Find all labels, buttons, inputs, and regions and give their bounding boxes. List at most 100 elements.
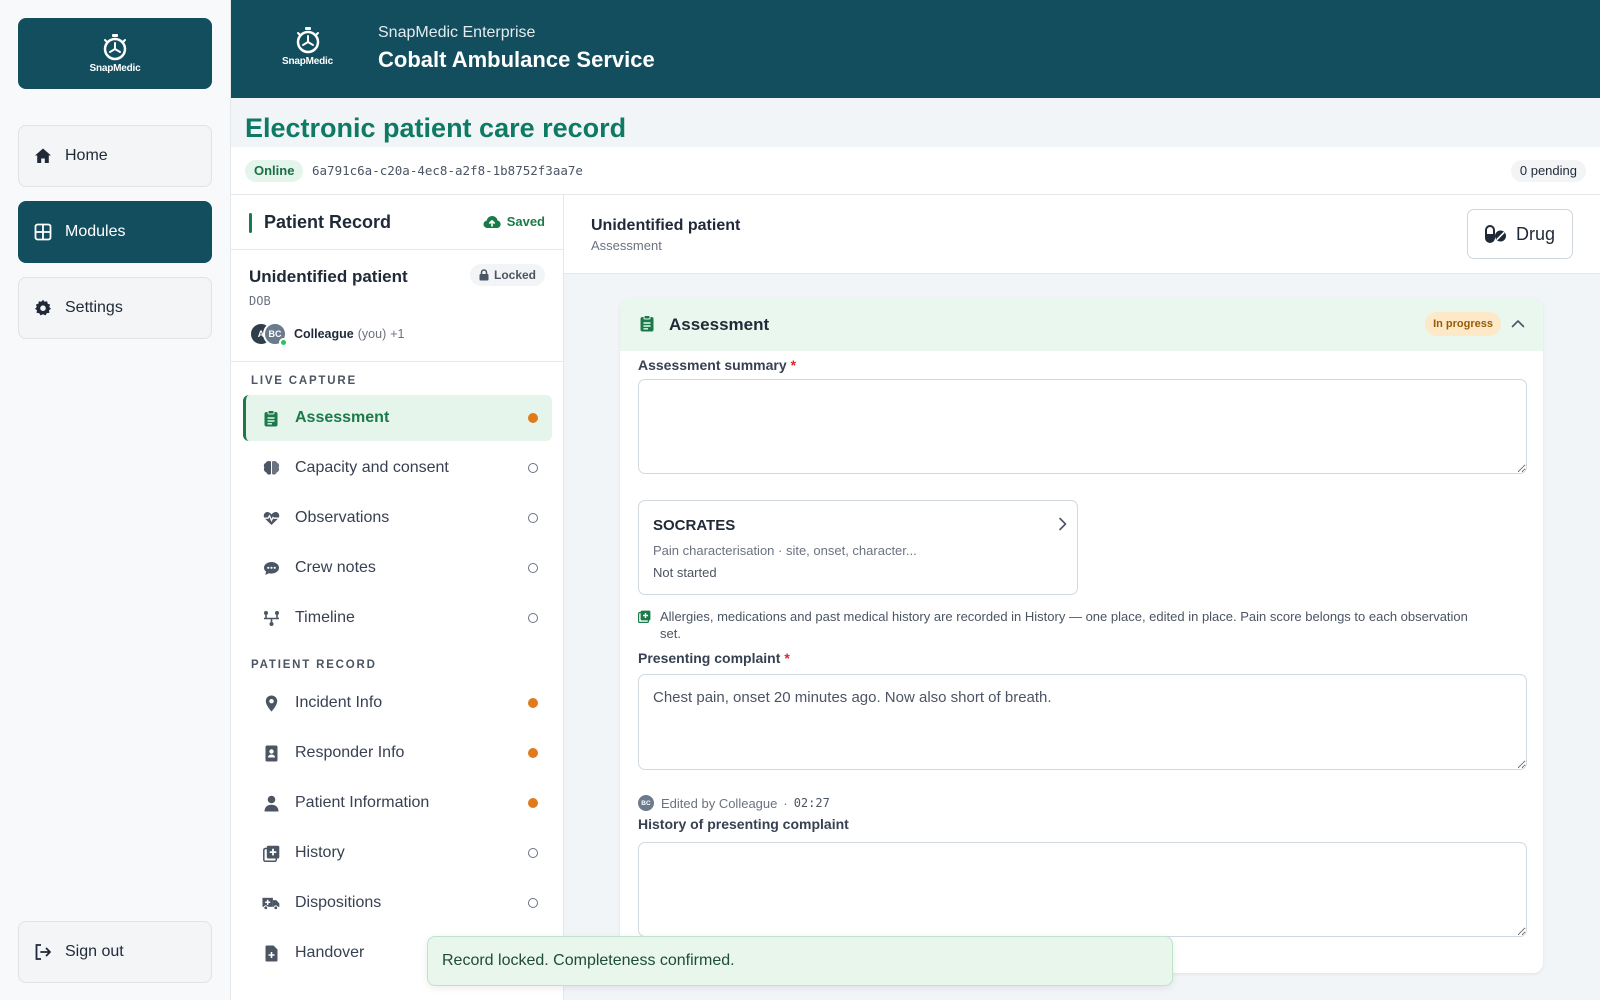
org-header: SnapMedic SnapMedic Enterprise Cobalt Am… bbox=[231, 0, 1600, 98]
history-note-text: Allergies, medications and past medical … bbox=[660, 609, 1468, 641]
nav-item-dispositions[interactable]: Dispositions bbox=[243, 880, 552, 926]
assessment-card-title: Assessment bbox=[669, 315, 770, 334]
assessment-summary-label: Assessment summary * bbox=[638, 357, 797, 373]
heart-pulse-icon bbox=[262, 509, 280, 527]
page-title: Electronic patient care record bbox=[245, 113, 627, 143]
status-dot bbox=[528, 413, 538, 423]
save-status-label: Saved bbox=[506, 214, 545, 229]
nav-item-observations[interactable]: Observations bbox=[243, 495, 552, 541]
document-icon bbox=[262, 944, 280, 962]
collaborator-name: Colleague bbox=[294, 327, 354, 341]
status-dot bbox=[528, 463, 538, 473]
nav-item-timeline[interactable]: Timeline bbox=[243, 595, 552, 641]
gear-icon bbox=[33, 298, 53, 318]
nav-item-assessment[interactable]: Assessment bbox=[243, 395, 552, 441]
sign-out-icon bbox=[33, 942, 53, 962]
app-sidebar: SnapMedic Home Modules Settings Sign out bbox=[0, 0, 231, 1000]
nav-item-patient-information[interactable]: Patient Information bbox=[243, 780, 552, 826]
socrates-card[interactable]: SOCRATES Pain characterisation · site, o… bbox=[638, 500, 1078, 595]
socrates-description: Pain characterisation · site, onset, cha… bbox=[653, 543, 917, 558]
hpc-label: History of presenting complaint bbox=[638, 816, 849, 832]
status-dot bbox=[528, 748, 538, 758]
presenting-complaint-label: Presenting complaint * bbox=[638, 650, 790, 666]
record-nav-header: Patient Record Saved bbox=[231, 195, 563, 250]
toast-notification: Record locked. Completeness confirmed. bbox=[427, 936, 1173, 986]
status-dot bbox=[528, 613, 538, 623]
nav-modules-label: Modules bbox=[65, 223, 126, 240]
collapse-button[interactable] bbox=[1507, 312, 1529, 334]
nav-item-label: Handover bbox=[295, 944, 365, 961]
edited-by-text: Edited by Colleague bbox=[661, 795, 778, 811]
nav-home-label: Home bbox=[65, 147, 108, 164]
nav-item-crew-notes[interactable]: Crew notes bbox=[243, 545, 552, 591]
avatar: BC bbox=[638, 795, 654, 811]
home-icon bbox=[33, 146, 53, 166]
assessment-summary-input[interactable] bbox=[638, 379, 1527, 474]
drug-button[interactable]: Drug bbox=[1467, 209, 1573, 259]
nav-item-capacity-consent[interactable]: Capacity and consent bbox=[243, 445, 552, 491]
patient-dob: DOB bbox=[249, 294, 271, 308]
header-accent-bar bbox=[249, 213, 252, 233]
assessment-card-header[interactable]: Assessment In progress bbox=[620, 298, 1543, 351]
app-logo[interactable]: SnapMedic bbox=[18, 18, 212, 89]
ambulance-icon bbox=[262, 894, 280, 912]
nav-settings-label: Settings bbox=[65, 299, 123, 316]
brain-icon bbox=[262, 459, 280, 477]
map-pin-icon bbox=[262, 694, 280, 712]
edit-attribution: BC Edited by Colleague · 02:27 bbox=[638, 795, 830, 811]
logo-text: SnapMedic bbox=[89, 63, 141, 74]
chevron-right-icon bbox=[1058, 517, 1067, 536]
history-note: Allergies, medications and past medical … bbox=[638, 608, 1468, 642]
section-label-patient-record: PATIENT RECORD bbox=[251, 659, 377, 671]
online-dot bbox=[279, 338, 288, 347]
locked-label: Locked bbox=[493, 268, 536, 282]
divider bbox=[231, 361, 563, 362]
stopwatch-logo-icon: SnapMedic bbox=[90, 33, 141, 74]
required-marker: * bbox=[784, 650, 790, 666]
sign-out-button[interactable]: Sign out bbox=[18, 921, 212, 983]
patient-name: Unidentified patient bbox=[249, 267, 408, 286]
medical-history-icon bbox=[638, 610, 651, 627]
nav-item-label: History bbox=[295, 844, 345, 861]
org-title: Cobalt Ambulance Service bbox=[378, 47, 655, 72]
online-status-badge: Online bbox=[245, 160, 304, 182]
nav-settings-button[interactable]: Settings bbox=[18, 277, 212, 339]
pending-sync-badge: 0 pending bbox=[1510, 160, 1586, 182]
nav-item-label: Timeline bbox=[295, 609, 355, 626]
status-dot bbox=[528, 848, 538, 858]
avatar: BC bbox=[263, 322, 288, 347]
collaborator-count: +1 bbox=[390, 327, 405, 341]
in-progress-badge: In progress bbox=[1425, 312, 1501, 336]
main-context: Assessment bbox=[591, 238, 662, 253]
lock-icon bbox=[479, 269, 489, 281]
main-header: Unidentified patient Assessment Drug bbox=[564, 195, 1600, 274]
grid-icon bbox=[33, 222, 53, 242]
nav-modules-button[interactable]: Modules bbox=[18, 201, 212, 263]
chevron-up-icon bbox=[1511, 319, 1525, 327]
socrates-title: SOCRATES bbox=[653, 517, 736, 534]
nav-item-incident-info[interactable]: Incident Info bbox=[243, 680, 552, 726]
save-status: Saved bbox=[483, 214, 545, 229]
record-nav-title: Patient Record bbox=[264, 212, 392, 232]
clipboard-icon bbox=[262, 409, 280, 427]
sign-out-label: Sign out bbox=[65, 943, 124, 960]
record-status-bar: Online 6a791c6a-c20a-4ec8-a2f8-1b8752f3a… bbox=[231, 147, 1600, 195]
status-dot bbox=[528, 513, 538, 523]
status-dot bbox=[528, 698, 538, 708]
nav-item-history[interactable]: History bbox=[243, 830, 552, 876]
hpc-input[interactable] bbox=[638, 842, 1527, 937]
presenting-complaint-input[interactable]: Chest pain, onset 20 minutes ago. Now al… bbox=[638, 674, 1527, 770]
pills-icon bbox=[1484, 225, 1506, 243]
nav-home-button[interactable]: Home bbox=[18, 125, 212, 187]
clipboard-icon bbox=[640, 315, 654, 337]
nav-item-label: Patient Information bbox=[295, 794, 430, 811]
main-patient-name: Unidentified patient bbox=[591, 217, 741, 234]
nav-item-label: Assessment bbox=[295, 409, 390, 426]
collaborator-you-tag: (you) bbox=[357, 327, 387, 341]
locked-badge: Locked bbox=[469, 264, 545, 286]
separator: · bbox=[783, 795, 788, 811]
header-logo: SnapMedic bbox=[282, 26, 333, 67]
nav-item-responder-info[interactable]: Responder Info bbox=[243, 730, 552, 776]
record-id: 6a791c6a-c20a-4ec8-a2f8-1b8752f3aa7e bbox=[312, 163, 583, 178]
collaborators[interactable]: A BC Colleague (you) +1 bbox=[249, 322, 405, 347]
